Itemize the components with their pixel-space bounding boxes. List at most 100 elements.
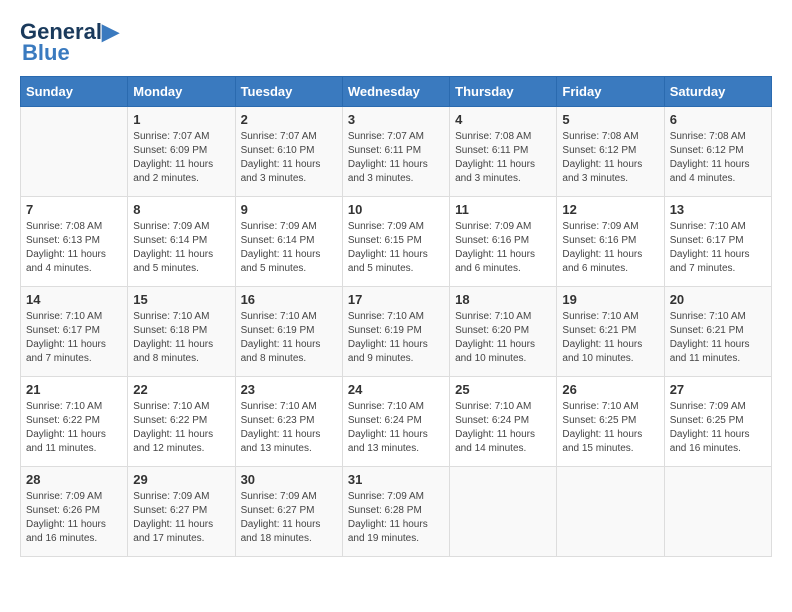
calendar-cell: 11 Sunrise: 7:09 AMSunset: 6:16 PMDayligh…	[450, 197, 557, 287]
weekday-header: Saturday	[664, 77, 771, 107]
day-number: 21	[26, 382, 122, 397]
calendar-cell: 8 Sunrise: 7:09 AMSunset: 6:14 PMDaylight…	[128, 197, 235, 287]
day-number: 13	[670, 202, 766, 217]
calendar-cell: 28Sunrise: 7:09 AMSunset: 6:26 PMDayligh…	[21, 467, 128, 557]
day-info: Sunrise: 7:10 AMSunset: 6:17 PMDaylight:…	[670, 220, 766, 276]
day-info: Sunrise: 7:10 AMSunset: 6:23 PMDaylight:…	[241, 400, 337, 456]
day-number: 22	[133, 382, 229, 397]
day-info: Sunrise: 7:10 AMSunset: 6:21 PMDaylight:…	[670, 310, 766, 366]
weekday-header: Sunday	[21, 77, 128, 107]
day-info: Sunrise: 7:10 AMSunset: 6:20 PMDaylight:…	[455, 310, 551, 366]
day-number: 10	[348, 202, 444, 217]
calendar-cell: 31 Sunrise: 7:09 AMSunset: 6:28 PMDayligh…	[342, 467, 449, 557]
day-number: 6	[670, 112, 766, 127]
day-info: Sunrise: 7:10 AMSunset: 6:24 PMDaylight:…	[455, 400, 551, 456]
day-info: Sunrise: 7:09 AMSunset: 6:25 PMDaylight:…	[670, 400, 766, 456]
weekday-header: Monday	[128, 77, 235, 107]
calendar-cell: 13 Sunrise: 7:10 AMSunset: 6:17 PMDayligh…	[664, 197, 771, 287]
day-number: 12	[562, 202, 658, 217]
calendar-cell: 26 Sunrise: 7:10 AMSunset: 6:25 PMDayligh…	[557, 377, 664, 467]
logo: General▶ Blue	[20, 20, 119, 66]
day-number: 8	[133, 202, 229, 217]
day-number: 4	[455, 112, 551, 127]
day-number: 14	[26, 292, 122, 307]
calendar-cell: 23Sunrise: 7:10 AMSunset: 6:23 PMDayligh…	[235, 377, 342, 467]
calendar-week-row: 1 Sunrise: 7:07 AMSunset: 6:09 PMDaylight…	[21, 107, 772, 197]
day-number: 9	[241, 202, 337, 217]
calendar-cell: 14Sunrise: 7:10 AMSunset: 6:17 PMDayligh…	[21, 287, 128, 377]
calendar-header: SundayMondayTuesdayWednesdayThursdayFrid…	[21, 77, 772, 107]
calendar-body: 1 Sunrise: 7:07 AMSunset: 6:09 PMDaylight…	[21, 107, 772, 557]
calendar-cell: 29 Sunrise: 7:09 AMSunset: 6:27 PMDayligh…	[128, 467, 235, 557]
day-number: 25	[455, 382, 551, 397]
day-info: Sunrise: 7:08 AMSunset: 6:13 PMDaylight:…	[26, 220, 122, 276]
day-number: 5	[562, 112, 658, 127]
day-info: Sunrise: 7:10 AMSunset: 6:19 PMDaylight:…	[348, 310, 444, 366]
day-number: 2	[241, 112, 337, 127]
day-info: Sunrise: 7:10 AMSunset: 6:24 PMDaylight:…	[348, 400, 444, 456]
day-info: Sunrise: 7:07 AMSunset: 6:09 PMDaylight:…	[133, 130, 229, 186]
calendar-week-row: 21 Sunrise: 7:10 AMSunset: 6:22 PMDayligh…	[21, 377, 772, 467]
day-info: Sunrise: 7:09 AMSunset: 6:16 PMDaylight:…	[455, 220, 551, 276]
calendar-cell: 2 Sunrise: 7:07 AMSunset: 6:10 PMDaylight…	[235, 107, 342, 197]
day-info: Sunrise: 7:09 AMSunset: 6:14 PMDaylight:…	[241, 220, 337, 276]
day-info: Sunrise: 7:10 AMSunset: 6:25 PMDaylight:…	[562, 400, 658, 456]
calendar-cell: 27 Sunrise: 7:09 AMSunset: 6:25 PMDayligh…	[664, 377, 771, 467]
day-number: 31	[348, 472, 444, 487]
calendar-cell: 30 Sunrise: 7:09 AMSunset: 6:27 PMDayligh…	[235, 467, 342, 557]
day-number: 1	[133, 112, 229, 127]
day-number: 26	[562, 382, 658, 397]
day-number: 3	[348, 112, 444, 127]
calendar-cell: 6 Sunrise: 7:08 AMSunset: 6:12 PMDaylight…	[664, 107, 771, 197]
calendar-cell: 10 Sunrise: 7:09 AMSunset: 6:15 PMDayligh…	[342, 197, 449, 287]
day-info: Sunrise: 7:10 AMSunset: 6:19 PMDaylight:…	[241, 310, 337, 366]
weekday-header: Thursday	[450, 77, 557, 107]
calendar-cell: 20 Sunrise: 7:10 AMSunset: 6:21 PMDayligh…	[664, 287, 771, 377]
calendar-cell: 1 Sunrise: 7:07 AMSunset: 6:09 PMDaylight…	[128, 107, 235, 197]
day-number: 20	[670, 292, 766, 307]
day-number: 15	[133, 292, 229, 307]
day-info: Sunrise: 7:08 AMSunset: 6:11 PMDaylight:…	[455, 130, 551, 186]
calendar-cell: 17Sunrise: 7:10 AMSunset: 6:19 PMDayligh…	[342, 287, 449, 377]
day-info: Sunrise: 7:10 AMSunset: 6:18 PMDaylight:…	[133, 310, 229, 366]
day-number: 11	[455, 202, 551, 217]
calendar-cell: 12 Sunrise: 7:09 AMSunset: 6:16 PMDayligh…	[557, 197, 664, 287]
day-info: Sunrise: 7:09 AMSunset: 6:15 PMDaylight:…	[348, 220, 444, 276]
day-info: Sunrise: 7:09 AMSunset: 6:16 PMDaylight:…	[562, 220, 658, 276]
calendar-cell: 22 Sunrise: 7:10 AMSunset: 6:22 PMDayligh…	[128, 377, 235, 467]
day-info: Sunrise: 7:10 AMSunset: 6:22 PMDaylight:…	[133, 400, 229, 456]
day-info: Sunrise: 7:09 AMSunset: 6:14 PMDaylight:…	[133, 220, 229, 276]
day-number: 18	[455, 292, 551, 307]
calendar-cell	[664, 467, 771, 557]
calendar-cell	[557, 467, 664, 557]
day-number: 30	[241, 472, 337, 487]
calendar-table: SundayMondayTuesdayWednesdayThursdayFrid…	[20, 76, 772, 557]
day-number: 28	[26, 472, 122, 487]
calendar-cell: 4 Sunrise: 7:08 AMSunset: 6:11 PMDaylight…	[450, 107, 557, 197]
calendar-week-row: 28Sunrise: 7:09 AMSunset: 6:26 PMDayligh…	[21, 467, 772, 557]
calendar-cell: 21 Sunrise: 7:10 AMSunset: 6:22 PMDayligh…	[21, 377, 128, 467]
weekday-header: Friday	[557, 77, 664, 107]
calendar-cell: 24 Sunrise: 7:10 AMSunset: 6:24 PMDayligh…	[342, 377, 449, 467]
day-number: 24	[348, 382, 444, 397]
day-number: 7	[26, 202, 122, 217]
day-number: 19	[562, 292, 658, 307]
day-info: Sunrise: 7:09 AMSunset: 6:27 PMDaylight:…	[241, 490, 337, 546]
day-number: 27	[670, 382, 766, 397]
calendar-cell: 7 Sunrise: 7:08 AMSunset: 6:13 PMDaylight…	[21, 197, 128, 287]
day-info: Sunrise: 7:09 AMSunset: 6:27 PMDaylight:…	[133, 490, 229, 546]
day-info: Sunrise: 7:07 AMSunset: 6:10 PMDaylight:…	[241, 130, 337, 186]
calendar-cell: 5 Sunrise: 7:08 AMSunset: 6:12 PMDaylight…	[557, 107, 664, 197]
day-info: Sunrise: 7:09 AMSunset: 6:28 PMDaylight:…	[348, 490, 444, 546]
weekday-header: Wednesday	[342, 77, 449, 107]
day-info: Sunrise: 7:10 AMSunset: 6:22 PMDaylight:…	[26, 400, 122, 456]
calendar-week-row: 7 Sunrise: 7:08 AMSunset: 6:13 PMDaylight…	[21, 197, 772, 287]
calendar-cell: 25 Sunrise: 7:10 AMSunset: 6:24 PMDayligh…	[450, 377, 557, 467]
calendar-cell	[21, 107, 128, 197]
day-info: Sunrise: 7:08 AMSunset: 6:12 PMDaylight:…	[670, 130, 766, 186]
calendar-cell: 19Sunrise: 7:10 AMSunset: 6:21 PMDayligh…	[557, 287, 664, 377]
day-number: 29	[133, 472, 229, 487]
day-info: Sunrise: 7:08 AMSunset: 6:12 PMDaylight:…	[562, 130, 658, 186]
day-info: Sunrise: 7:07 AMSunset: 6:11 PMDaylight:…	[348, 130, 444, 186]
calendar-cell	[450, 467, 557, 557]
